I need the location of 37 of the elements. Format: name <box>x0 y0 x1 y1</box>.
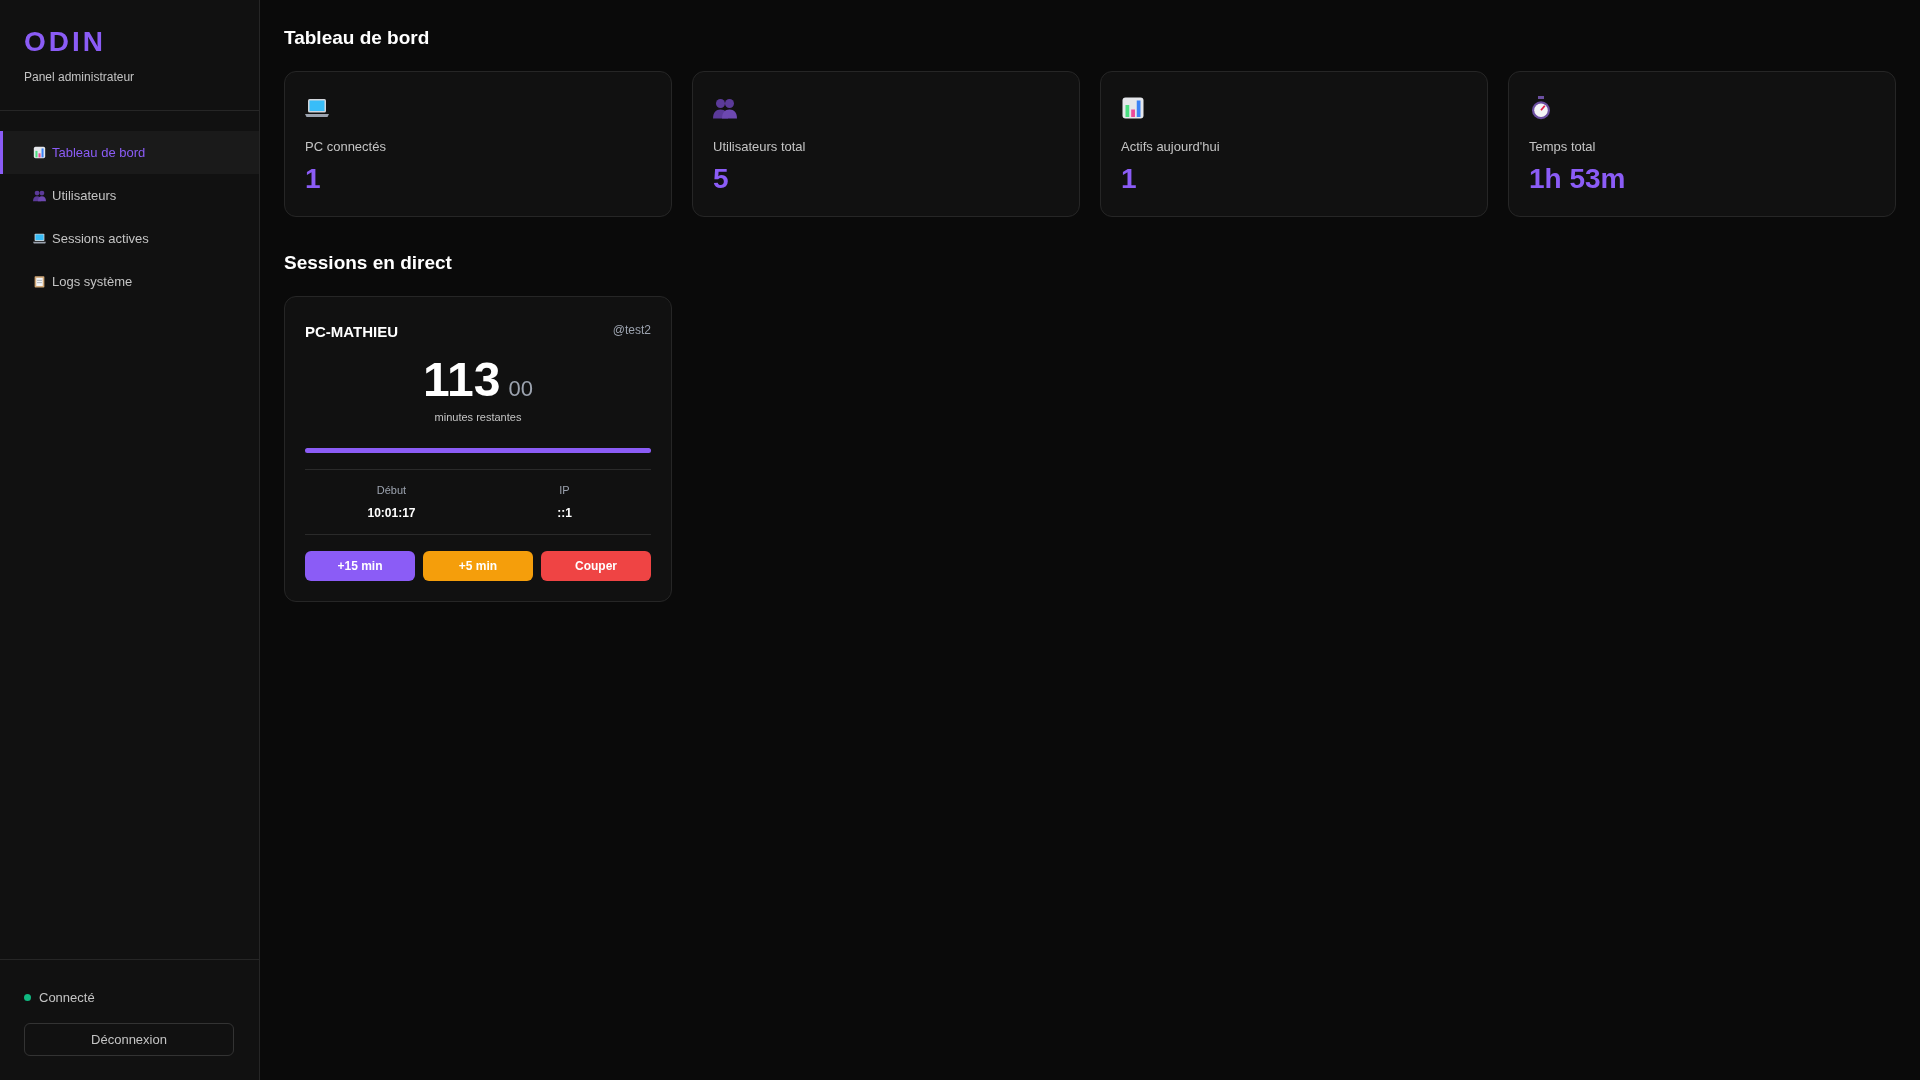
laptop-icon <box>305 96 329 120</box>
stat-label: Utilisateurs total <box>713 138 807 156</box>
laptop-icon <box>33 232 46 245</box>
status-label: Connecté <box>39 988 95 1007</box>
seconds-remaining: 00 <box>508 377 533 400</box>
sidebar-subtitle: Panel administrateur <box>24 69 136 86</box>
detail-label: Début <box>376 482 407 498</box>
stat-value: 1 <box>305 161 322 196</box>
timer-caption: minutes restantes <box>434 410 522 423</box>
nav-item[interactable]: Logs système <box>0 260 259 303</box>
stat-label: Actifs aujourd'hui <box>1121 138 1221 156</box>
page-title: Tableau de bord <box>284 28 431 47</box>
logo: ODIN <box>24 28 107 56</box>
users-icon <box>33 189 46 202</box>
minutes-remaining: 113 <box>423 355 501 404</box>
detail-value: ::1 <box>557 505 572 522</box>
action-button[interactable]: Couper <box>541 551 651 581</box>
stat-label: Temps total <box>1529 138 1597 156</box>
stat-value: 1h 53m <box>1529 161 1627 196</box>
pc-name: PC-MATHIEU <box>305 322 399 342</box>
stat-label: PC connectés <box>305 138 387 156</box>
logout-button[interactable]: Déconnexion <box>24 1023 234 1056</box>
nav-item[interactable]: Utilisateurs <box>0 174 259 217</box>
stat-value: 1 <box>1121 161 1138 196</box>
section-title: Sessions en direct <box>284 253 453 272</box>
nav-item[interactable]: Sessions actives <box>0 217 259 260</box>
action-button[interactable]: +15 min <box>305 551 415 581</box>
detail-label: IP <box>559 482 570 498</box>
detail-value: 10:01:17 <box>367 505 416 522</box>
user-handle: @test2 <box>612 322 651 339</box>
bar-chart-icon <box>33 146 46 159</box>
stat-value: 5 <box>713 161 730 196</box>
users-icon <box>713 96 737 120</box>
stopwatch-icon <box>1529 96 1553 120</box>
bar-chart-icon <box>1121 96 1145 120</box>
clipboard-icon <box>33 275 46 288</box>
nav-item[interactable]: Tableau de bord <box>0 131 259 174</box>
